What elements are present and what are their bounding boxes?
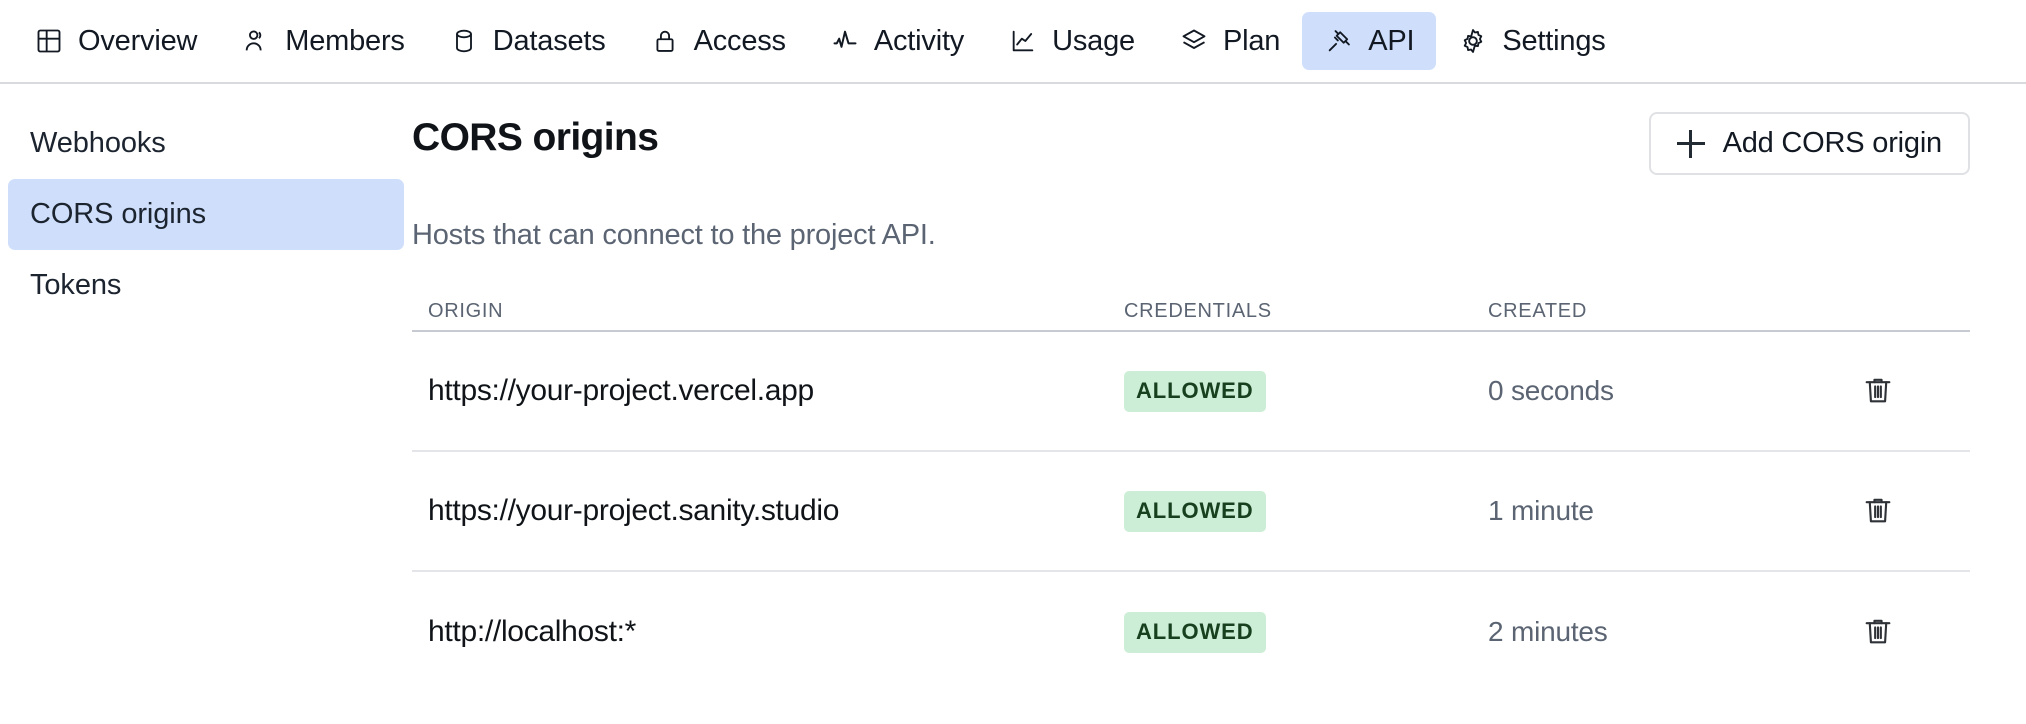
main-header: CORS origins Add CORS origin — [412, 104, 1970, 175]
activity-icon — [830, 26, 860, 56]
sidebar-item-label: Tokens — [30, 269, 122, 301]
nav-item-members[interactable]: Members — [219, 12, 426, 70]
nav-label: Plan — [1222, 24, 1281, 57]
layout-grid-icon — [34, 26, 64, 56]
users-icon — [241, 26, 271, 56]
column-header-origin: ORIGIN — [428, 299, 504, 322]
delete-cors-origin-button[interactable] — [1850, 604, 1906, 660]
add-cors-origin-button[interactable]: Add CORS origin — [1648, 112, 1970, 175]
database-icon — [449, 26, 479, 56]
trash-icon — [1861, 614, 1895, 651]
cell-origin: http://localhost:* — [428, 615, 637, 648]
page-body: Webhooks CORS origins Tokens CORS origin… — [0, 84, 2026, 722]
status-badge: ALLOWED — [1124, 370, 1266, 412]
trash-icon — [1861, 373, 1895, 410]
nav-item-activity[interactable]: Activity — [808, 12, 986, 70]
sidebar-item-cors-origins[interactable]: CORS origins — [8, 179, 404, 250]
delete-cors-origin-button[interactable] — [1850, 483, 1906, 539]
top-navigation: Overview Members Datasets Access Activit… — [0, 0, 2026, 84]
page-title: CORS origins — [412, 116, 659, 159]
nav-item-overview[interactable]: Overview — [12, 12, 219, 70]
nav-label: API — [1368, 24, 1415, 57]
layers-icon — [1179, 26, 1209, 56]
nav-label: Settings — [1502, 24, 1606, 57]
gear-icon — [1458, 26, 1488, 56]
nav-label: Members — [285, 24, 405, 57]
nav-item-datasets[interactable]: Datasets — [427, 12, 628, 70]
nav-item-plan[interactable]: Plan — [1157, 12, 1302, 70]
cell-created: 0 seconds — [1488, 375, 1614, 406]
cell-origin: https://your-project.sanity.studio — [428, 494, 840, 527]
table-row: https://your-project.vercel.app ALLOWED … — [412, 332, 1970, 452]
sidebar-item-tokens[interactable]: Tokens — [8, 250, 404, 321]
cell-origin: https://your-project.vercel.app — [428, 374, 814, 407]
cell-created: 2 minutes — [1488, 616, 1608, 647]
nav-item-usage[interactable]: Usage — [986, 12, 1157, 70]
nav-item-api[interactable]: API — [1302, 12, 1437, 70]
nav-item-settings[interactable]: Settings — [1436, 12, 1627, 70]
plus-icon — [1676, 129, 1705, 158]
sidebar-item-label: Webhooks — [30, 127, 166, 159]
nav-label: Access — [693, 24, 786, 57]
lock-icon — [650, 26, 680, 56]
trash-icon — [1861, 493, 1895, 530]
secondary-sidebar: Webhooks CORS origins Tokens — [0, 84, 412, 722]
main-content: CORS origins Add CORS origin Hosts that … — [412, 84, 2026, 722]
column-header-credentials: CREDENTIALS — [1124, 299, 1272, 322]
page-subtitle: Hosts that can connect to the project AP… — [412, 219, 936, 251]
table-row: http://localhost:* ALLOWED 2 minutes — [412, 572, 1970, 692]
nav-item-access[interactable]: Access — [628, 12, 808, 70]
nav-label: Overview — [78, 24, 198, 57]
nav-label: Usage — [1052, 24, 1135, 57]
sidebar-item-label: CORS origins — [30, 198, 207, 230]
nav-label: Activity — [873, 24, 965, 57]
cors-origins-table: ORIGIN CREDENTIALS CREATED https://your-… — [412, 292, 1970, 692]
status-badge: ALLOWED — [1124, 490, 1266, 532]
add-cors-origin-label: Add CORS origin — [1722, 127, 1943, 159]
delete-cors-origin-button[interactable] — [1850, 363, 1906, 419]
table-header-row: ORIGIN CREDENTIALS CREATED — [412, 292, 1970, 332]
chart-line-icon — [1008, 26, 1038, 56]
status-badge: ALLOWED — [1124, 611, 1266, 653]
table-row: https://your-project.sanity.studio ALLOW… — [412, 452, 1970, 572]
column-header-created: CREATED — [1488, 299, 1587, 322]
sidebar-item-webhooks[interactable]: Webhooks — [8, 108, 404, 179]
nav-label: Datasets — [492, 24, 606, 57]
plug-icon — [1324, 26, 1354, 56]
cell-created: 1 minute — [1488, 495, 1594, 526]
